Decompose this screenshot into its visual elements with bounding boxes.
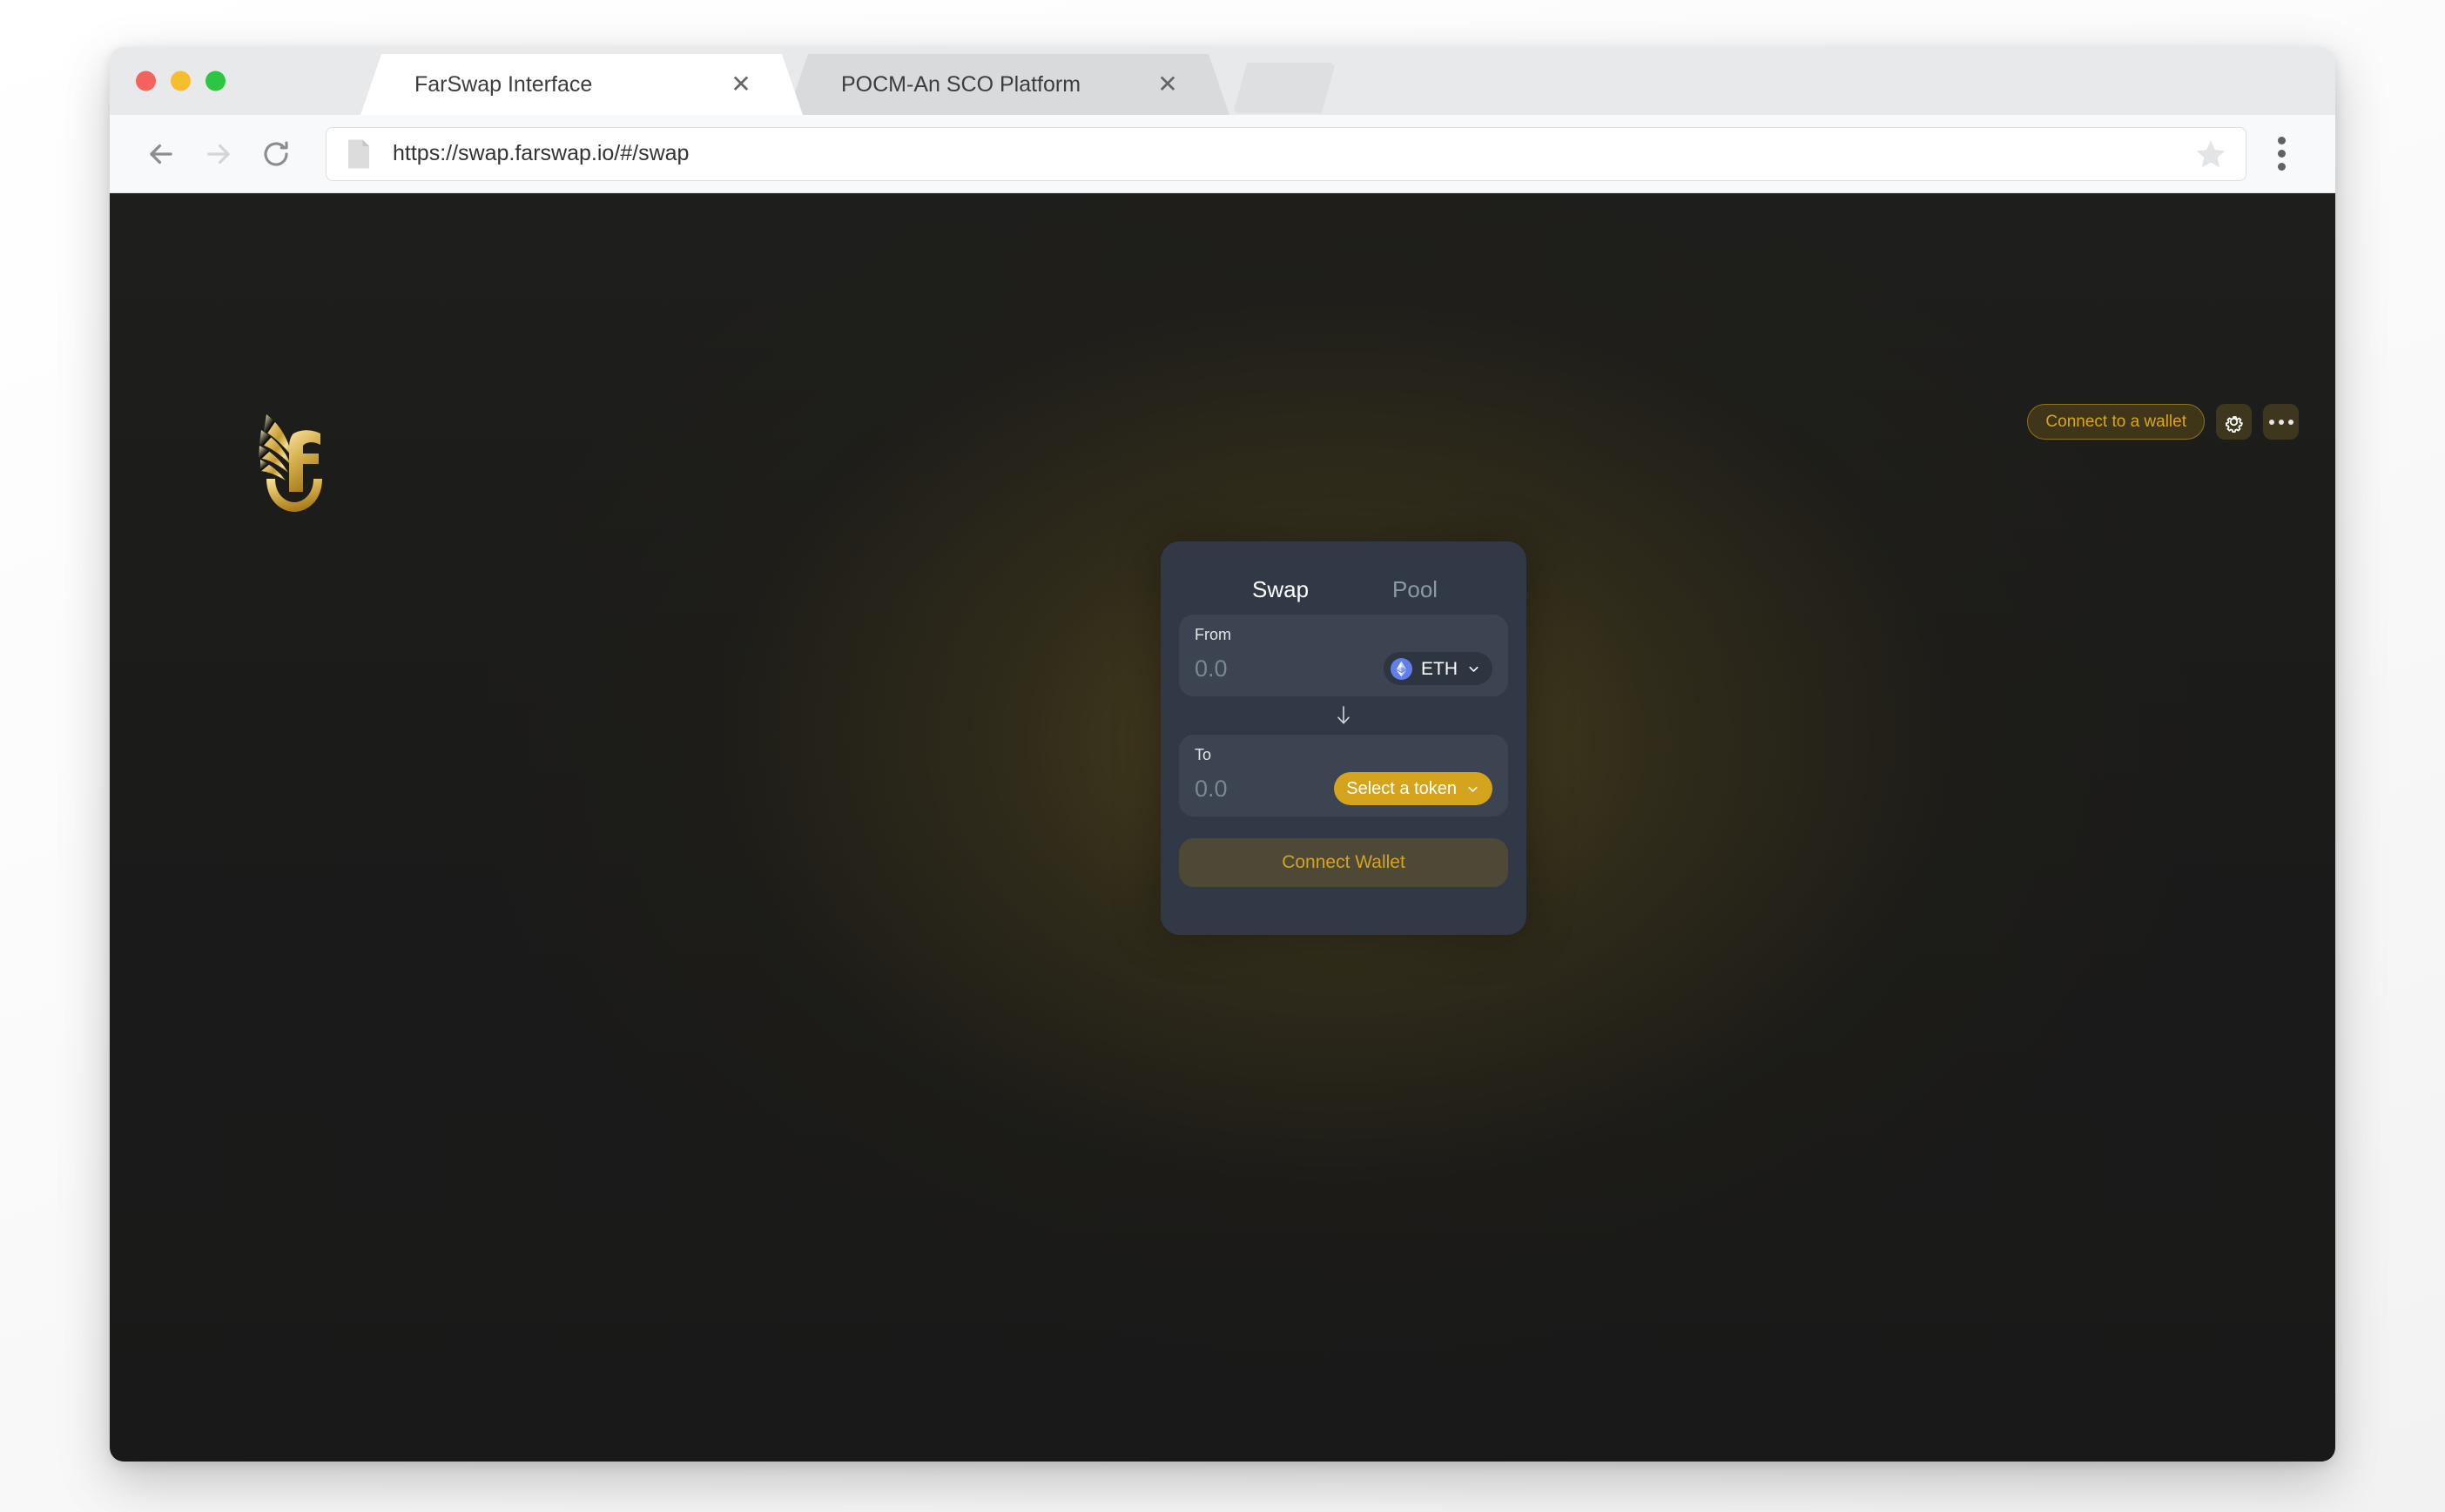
ellipsis-dot — [2287, 419, 2293, 425]
swap-card-tabs: Swap Pool — [1179, 561, 1508, 615]
ellipsis-dot — [2268, 419, 2274, 425]
from-label: From — [1195, 626, 1231, 643]
browser-tab-farswap[interactable]: FarSwap Interface ✕ — [360, 54, 803, 115]
swap-direction-row — [1179, 696, 1508, 735]
new-tab-background — [1233, 63, 1336, 113]
to-label: To — [1195, 746, 1212, 763]
connect-to-a-wallet-button[interactable]: Connect to a wallet — [2027, 404, 2205, 440]
settings-button[interactable] — [2216, 404, 2252, 440]
chevron-down-icon — [1468, 786, 1478, 792]
tab-pool[interactable]: Pool — [1392, 578, 1438, 601]
page-document-icon — [348, 139, 369, 168]
browser-menu-button[interactable] — [2257, 125, 2306, 183]
new-tab-button[interactable] — [1233, 63, 1336, 113]
ethereum-icon — [1391, 657, 1412, 680]
browser-window: FarSwap Interface ✕ POCM-An SCO Platform… — [110, 47, 2335, 1462]
to-row: 0.0 Select a token — [1195, 772, 1492, 805]
menu-dot — [2277, 150, 2286, 158]
browser-tab-strip: FarSwap Interface ✕ POCM-An SCO Platform… — [110, 47, 2335, 115]
back-button[interactable] — [132, 125, 190, 183]
tab-swap[interactable]: Swap — [1252, 578, 1309, 601]
from-token-selector[interactable]: ETH — [1384, 652, 1492, 685]
address-bar[interactable]: https://swap.farswap.io/#/swap — [326, 126, 2246, 181]
window-minimize-button[interactable] — [171, 71, 191, 91]
to-panel: To 0.0 Select a token — [1179, 735, 1508, 816]
to-token-label: Select a token — [1346, 779, 1457, 798]
reload-button[interactable] — [247, 125, 305, 183]
menu-dot — [2277, 137, 2286, 144]
desktop-backdrop: FarSwap Interface ✕ POCM-An SCO Platform… — [0, 0, 2445, 1512]
arrow-left-icon — [150, 144, 172, 164]
gear-icon — [2226, 416, 2243, 433]
window-controls — [136, 71, 226, 91]
arrow-down-icon[interactable] — [1334, 704, 1353, 727]
connect-wallet-header-label: Connect to a wallet — [2045, 412, 2186, 431]
tab-close-icon[interactable]: ✕ — [728, 71, 754, 97]
arrow-right-icon — [207, 144, 230, 164]
connect-wallet-label: Connect Wallet — [1282, 852, 1405, 872]
ellipsis-dot — [2278, 419, 2284, 425]
window-close-button[interactable] — [136, 71, 156, 91]
tab-close-icon[interactable]: ✕ — [1155, 71, 1181, 97]
window-maximize-button[interactable] — [205, 71, 226, 91]
from-row: 0.0 ETH — [1195, 652, 1492, 685]
tab-title: POCM-An SCO Platform — [841, 71, 1081, 97]
menu-dot — [2277, 163, 2286, 171]
from-token-symbol: ETH — [1421, 658, 1458, 679]
more-options-button[interactable] — [2263, 404, 2299, 440]
farswap-logo-icon[interactable] — [246, 404, 340, 515]
connect-wallet-button[interactable]: Connect Wallet — [1179, 838, 1508, 887]
chevron-down-icon — [1469, 666, 1478, 672]
site-header-actions: Connect to a wallet — [2027, 404, 2299, 440]
ellipsis-icon — [2268, 419, 2293, 425]
from-amount-input[interactable]: 0.0 — [1195, 656, 1228, 681]
web-page-content: Connect to a wallet Swap Pool From 0.0 E… — [110, 193, 2335, 1462]
to-amount-input[interactable]: 0.0 — [1195, 776, 1228, 801]
from-panel: From 0.0 ETH — [1179, 615, 1508, 696]
tab-title: FarSwap Interface — [414, 71, 593, 97]
to-token-selector[interactable]: Select a token — [1334, 772, 1492, 805]
reload-icon — [264, 141, 288, 166]
forward-button[interactable] — [190, 125, 247, 183]
swap-card: Swap Pool From 0.0 ETH To 0.0 Select a t… — [1161, 541, 1526, 935]
browser-toolbar: https://swap.farswap.io/#/swap — [110, 115, 2335, 193]
url-text[interactable]: https://swap.farswap.io/#/swap — [393, 141, 2193, 166]
star-icon[interactable] — [2193, 137, 2228, 171]
browser-tab-pocm[interactable]: POCM-An SCO Platform ✕ — [787, 54, 1229, 115]
